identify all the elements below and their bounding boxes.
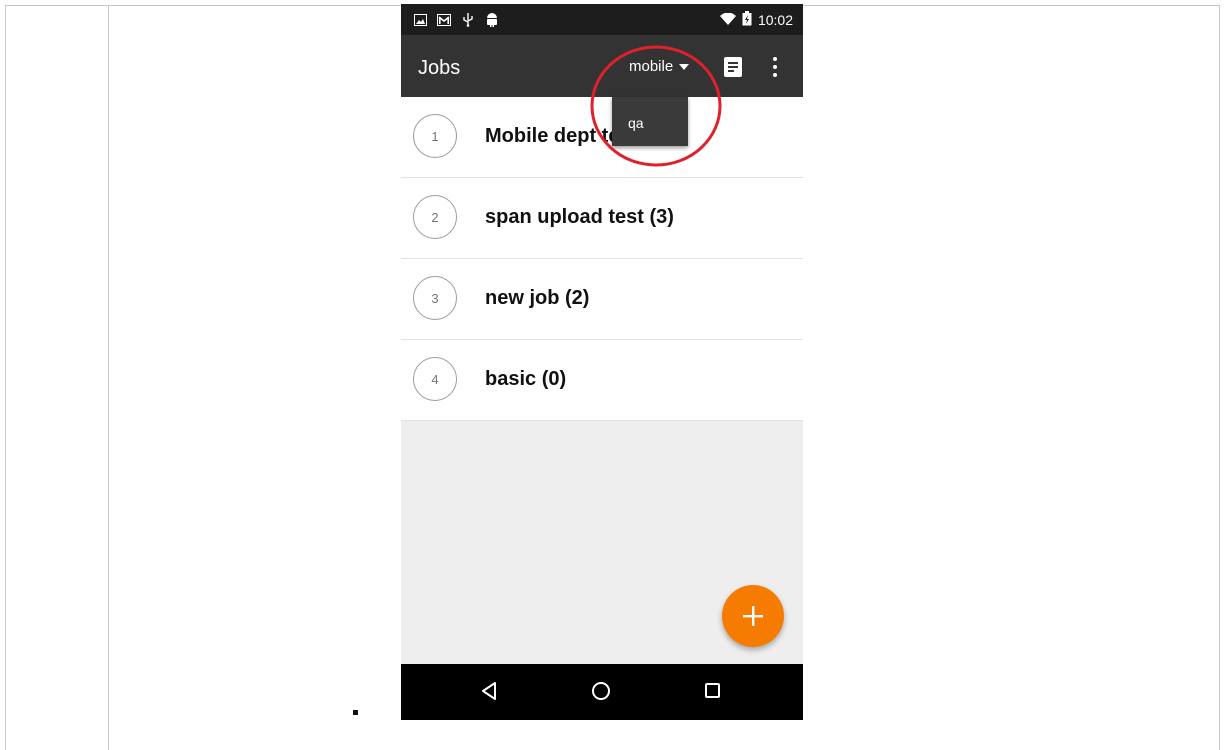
department-spinner[interactable]: mobile xyxy=(629,58,690,75)
page-title: Jobs xyxy=(418,57,461,79)
image-icon xyxy=(413,13,427,27)
job-number-badge: 4 xyxy=(413,357,457,401)
status-time: 10:02 xyxy=(757,12,793,28)
job-label: basic (0) xyxy=(485,368,567,390)
jobs-list: 1 Mobile dept test (4) 2 span upload tes… xyxy=(401,97,803,421)
list-item[interactable]: 3 new job (2) xyxy=(401,259,803,340)
more-vert-icon[interactable] xyxy=(771,57,779,77)
system-nav-bar xyxy=(401,664,803,720)
job-label: span upload test (3) xyxy=(485,206,674,228)
app-bar: Jobs mobile xyxy=(401,35,803,97)
list-bullet xyxy=(353,710,358,715)
list-item[interactable]: 1 Mobile dept test (4) xyxy=(401,97,803,178)
list-item[interactable]: 4 basic (0) xyxy=(401,340,803,421)
spinner-selected-value: mobile xyxy=(629,58,674,75)
wifi-icon xyxy=(719,12,736,28)
home-icon[interactable] xyxy=(592,682,610,700)
back-icon[interactable] xyxy=(481,682,497,705)
status-bar: 10:02 xyxy=(401,4,803,35)
battery-icon xyxy=(742,11,752,29)
usb-icon xyxy=(461,13,475,27)
list-item[interactable]: 2 span upload test (3) xyxy=(401,178,803,259)
phone-screenshot: 10:02 Jobs mobile 1 Mobile dept test (4)… xyxy=(401,4,803,720)
job-number-badge: 3 xyxy=(413,276,457,320)
gmail-icon xyxy=(437,13,451,27)
add-job-button[interactable] xyxy=(722,585,784,647)
job-label: new job (2) xyxy=(485,287,590,309)
dropdown-option-qa[interactable]: qa xyxy=(628,115,644,131)
android-icon xyxy=(485,13,499,27)
spinner-dropdown-menu: qa xyxy=(612,97,688,146)
caret-down-icon xyxy=(679,63,690,70)
job-number-badge: 1 xyxy=(413,114,457,158)
document-icon[interactable] xyxy=(724,57,742,77)
recents-icon[interactable] xyxy=(705,683,720,698)
table-column-divider xyxy=(108,5,109,750)
job-number-badge: 2 xyxy=(413,195,457,239)
add-icon xyxy=(743,606,763,626)
